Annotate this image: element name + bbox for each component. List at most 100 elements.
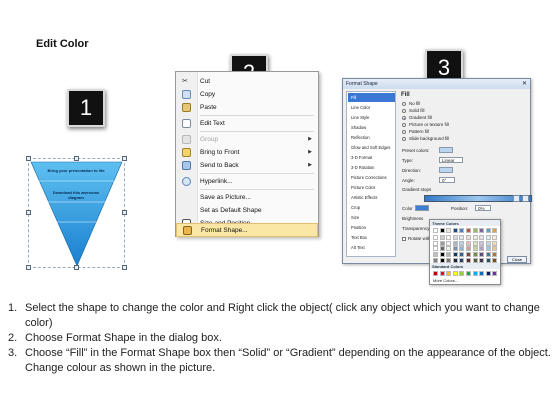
theme-color-swatch[interactable]: [466, 234, 471, 240]
standard-color-swatch[interactable]: [472, 271, 478, 276]
category-glow[interactable]: Glow and Soft Edges: [348, 143, 395, 152]
theme-color-swatch[interactable]: [433, 234, 438, 240]
menu-item-group[interactable]: Group ▶: [176, 133, 318, 146]
theme-color-swatch[interactable]: [472, 240, 478, 246]
theme-color-swatch[interactable]: [466, 258, 471, 263]
theme-color-swatch[interactable]: [479, 240, 485, 246]
standard-color-swatch[interactable]: [492, 271, 498, 276]
color-picker-button[interactable]: [415, 205, 429, 211]
category-3d-rotation[interactable]: 3-D Rotation: [348, 163, 395, 172]
theme-color-swatch[interactable]: [479, 252, 485, 258]
standard-color-swatch[interactable]: [433, 271, 438, 276]
standard-color-swatch[interactable]: [485, 271, 491, 276]
theme-color-swatch[interactable]: [452, 246, 458, 252]
resize-handle[interactable]: [122, 156, 127, 161]
theme-color-swatch[interactable]: [485, 258, 491, 263]
menu-item-bring-to-front[interactable]: Bring to Front ▶: [176, 146, 318, 159]
theme-color-swatch[interactable]: [433, 258, 438, 263]
remove-stop-button[interactable]: [522, 195, 529, 202]
preset-colors-dropdown[interactable]: [439, 147, 453, 153]
type-dropdown[interactable]: Linear: [439, 157, 463, 163]
theme-color-swatch[interactable]: [439, 228, 445, 233]
theme-color-swatch[interactable]: [446, 252, 452, 258]
resize-handle[interactable]: [26, 210, 31, 215]
radio-picture-fill[interactable]: [402, 123, 406, 127]
category-crop[interactable]: Crop: [348, 203, 395, 212]
theme-color-swatch[interactable]: [433, 228, 438, 233]
category-alt-text[interactable]: Alt Text: [348, 243, 395, 252]
category-line-style[interactable]: Line Style: [348, 113, 395, 122]
close-button[interactable]: Close: [507, 256, 527, 263]
funnel-graphic[interactable]: [28, 158, 125, 268]
theme-color-swatch[interactable]: [439, 234, 445, 240]
theme-color-swatch[interactable]: [466, 240, 471, 246]
resize-handle[interactable]: [26, 265, 31, 270]
category-position[interactable]: Position: [348, 223, 395, 232]
standard-color-swatch[interactable]: [459, 271, 465, 276]
theme-color-swatch[interactable]: [433, 246, 438, 252]
resize-handle[interactable]: [122, 265, 127, 270]
theme-color-swatch[interactable]: [459, 234, 465, 240]
rotate-checkbox[interactable]: [402, 237, 406, 241]
theme-color-swatch[interactable]: [472, 252, 478, 258]
theme-color-swatch[interactable]: [479, 228, 485, 233]
theme-color-swatch[interactable]: [492, 234, 498, 240]
position-spinner[interactable]: 0%: [475, 205, 491, 211]
theme-color-swatch[interactable]: [459, 240, 465, 246]
add-stop-button[interactable]: [513, 195, 520, 202]
more-colors-link[interactable]: More Colors...: [433, 278, 458, 283]
radio-solid-fill[interactable]: [402, 109, 406, 113]
theme-color-swatch[interactable]: [472, 228, 478, 233]
theme-color-swatch[interactable]: [466, 252, 471, 258]
theme-color-swatch[interactable]: [446, 228, 452, 233]
theme-color-swatch[interactable]: [466, 228, 471, 233]
category-picture-corrections[interactable]: Picture Corrections: [348, 173, 395, 182]
category-3d-format[interactable]: 3-D Format: [348, 153, 395, 162]
menu-item-send-to-back[interactable]: Send to Back ▶: [176, 159, 318, 172]
theme-color-swatch[interactable]: [479, 246, 485, 252]
theme-color-swatch[interactable]: [452, 228, 458, 233]
category-artistic-effects[interactable]: Artistic Effects: [348, 193, 395, 202]
theme-color-swatch[interactable]: [479, 258, 485, 263]
theme-color-swatch[interactable]: [459, 252, 465, 258]
radio-gradient-fill[interactable]: [402, 116, 406, 120]
menu-item-set-default-shape[interactable]: Set as Default Shape: [176, 204, 318, 217]
menu-item-copy[interactable]: Copy: [176, 88, 318, 101]
theme-color-swatch[interactable]: [446, 240, 452, 246]
theme-color-swatch[interactable]: [459, 246, 465, 252]
standard-color-swatch[interactable]: [439, 271, 445, 276]
theme-color-swatch[interactable]: [439, 240, 445, 246]
theme-color-swatch[interactable]: [446, 258, 452, 263]
menu-item-paste[interactable]: Paste: [176, 101, 318, 114]
theme-color-swatch[interactable]: [485, 234, 491, 240]
resize-handle[interactable]: [26, 156, 31, 161]
funnel-shape[interactable]: Bring your presentation to life Download…: [26, 156, 127, 270]
theme-color-swatch[interactable]: [459, 228, 465, 233]
theme-color-swatch[interactable]: [452, 252, 458, 258]
menu-item-edit-text[interactable]: Edit Text: [176, 117, 318, 130]
category-size[interactable]: Size: [348, 213, 395, 222]
standard-color-swatch[interactable]: [466, 271, 471, 276]
theme-color-swatch[interactable]: [452, 234, 458, 240]
theme-color-swatch[interactable]: [446, 234, 452, 240]
resize-handle[interactable]: [122, 210, 127, 215]
category-picture-color[interactable]: Picture Color: [348, 183, 395, 192]
theme-color-swatch[interactable]: [492, 240, 498, 246]
theme-color-swatch[interactable]: [472, 234, 478, 240]
theme-color-swatch[interactable]: [485, 252, 491, 258]
angle-spinner[interactable]: 0°: [439, 177, 455, 183]
category-reflection[interactable]: Reflection: [348, 133, 395, 142]
theme-color-swatch[interactable]: [452, 258, 458, 263]
theme-color-swatch[interactable]: [466, 246, 471, 252]
theme-color-swatch[interactable]: [485, 240, 491, 246]
theme-color-swatch[interactable]: [433, 252, 438, 258]
resize-handle[interactable]: [74, 156, 79, 161]
theme-color-swatch[interactable]: [492, 252, 498, 258]
theme-color-swatch[interactable]: [472, 258, 478, 263]
standard-color-swatch[interactable]: [479, 271, 485, 276]
category-shadow[interactable]: Shadow: [348, 123, 395, 132]
theme-color-swatch[interactable]: [439, 258, 445, 263]
close-icon[interactable]: ✕: [522, 80, 527, 87]
theme-color-swatch[interactable]: [439, 246, 445, 252]
menu-item-hyperlink[interactable]: Hyperlink...: [176, 175, 318, 188]
